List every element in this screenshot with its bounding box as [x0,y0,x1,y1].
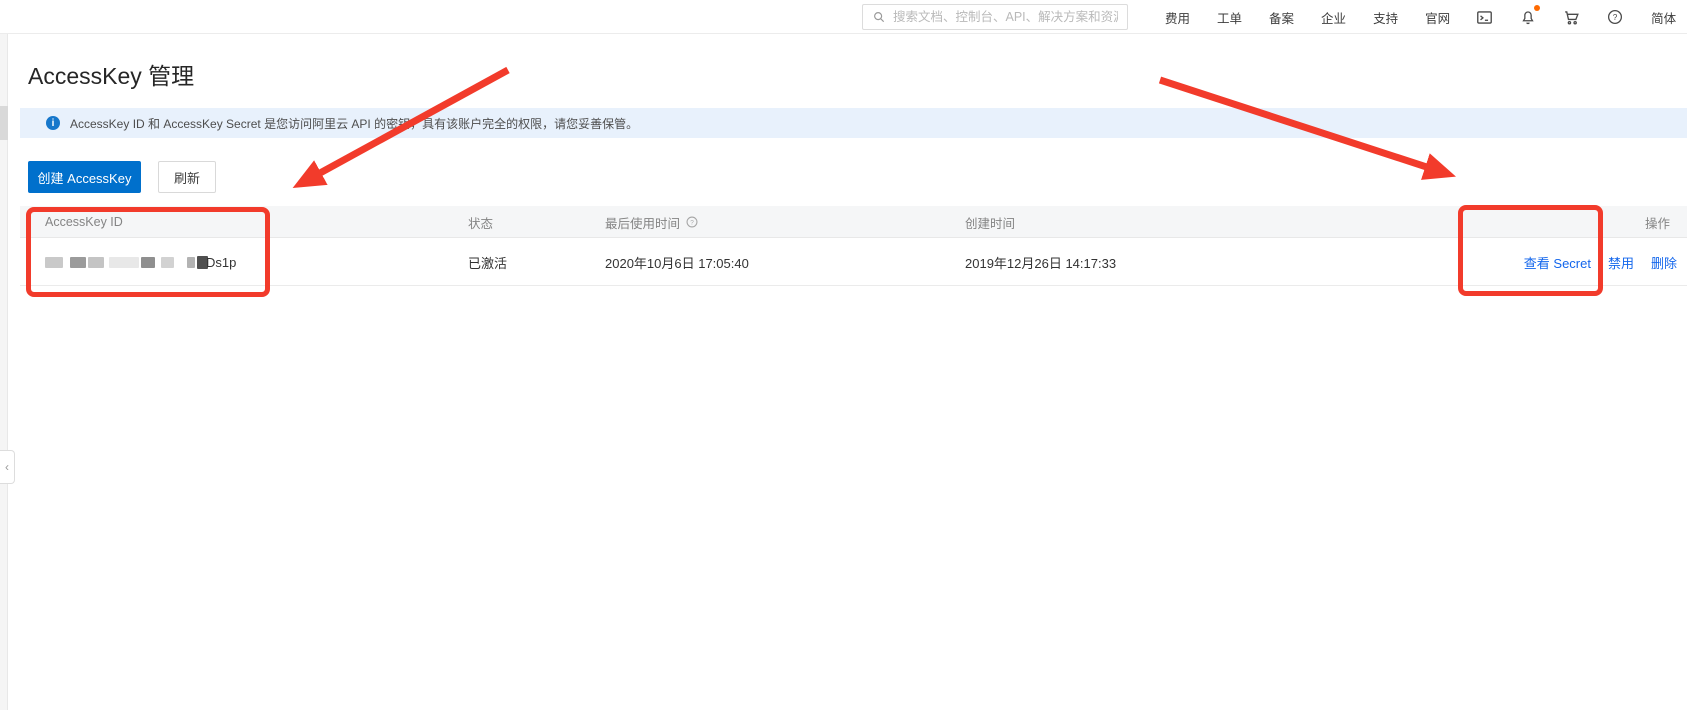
col-header-last-used-label: 最后使用时间 [605,216,681,231]
svg-text:?: ? [1613,13,1618,22]
collapsed-sidebar [0,34,8,710]
svg-text:?: ? [690,219,694,226]
col-header-status: 状态 [468,216,494,231]
info-banner: i AccessKey ID 和 AccessKey Secret 是您访问阿里… [20,108,1687,138]
col-header-accesskey-id: AccessKey ID [45,215,123,229]
nav-item-support[interactable]: 支持 [1373,8,1398,27]
masked-block [161,256,174,268]
sidebar-block [0,106,8,140]
search-box[interactable] [862,4,1128,30]
accesskey-id-suffix: Ds1p [206,254,237,270]
masked-block [45,256,63,268]
bell-icon[interactable] [1519,5,1541,26]
help-icon[interactable]: ? [1606,8,1624,26]
delete-link[interactable]: 删除 [1651,253,1677,272]
nav-item-enterprise[interactable]: 企业 [1321,8,1346,27]
col-header-actions: 操作 [1644,216,1670,231]
info-banner-text: AccessKey ID 和 AccessKey Secret 是您访问阿里云 … [70,116,639,131]
view-secret-link[interactable]: 查看 Secret [1524,253,1591,272]
masked-block [187,256,195,268]
row-actions: 查看 Secret 禁用 删除 [1524,238,1677,286]
refresh-button[interactable]: 刷新 [158,161,216,193]
masked-block [141,256,155,268]
page-title: AccessKey 管理 [28,63,195,89]
col-header-created: 创建时间 [965,216,1016,231]
top-navbar: 费用 工单 备案 企业 支持 官网 [0,0,1687,34]
search-icon [874,12,885,23]
sidebar-collapse-toggle[interactable]: ‹ [0,450,15,484]
masked-block [70,256,86,268]
console-page: 费用 工单 备案 企业 支持 官网 [0,0,1687,710]
search-input[interactable] [893,10,1118,24]
top-nav-links: 费用 工单 备案 企业 支持 官网 ? 简体 [1138,0,1687,34]
last-used-value: 2020年10月6日 17:05:40 [605,255,749,271]
terminal-icon[interactable] [1475,8,1494,27]
notification-dot [1534,5,1541,11]
accesskey-table: AccessKey ID 状态 最后使用时间 ? 创建时间 操作 Ds1p 已激… [20,206,1687,286]
nav-item-website[interactable]: 官网 [1425,8,1450,27]
nav-item-billing[interactable]: 费用 [1165,8,1190,27]
table-row: Ds1p 已激活 2020年10月6日 17:05:40 2019年12月26日… [20,238,1687,286]
last-used-help-icon[interactable]: ? [685,215,699,229]
table-header-row: AccessKey ID 状态 最后使用时间 ? 创建时间 操作 [20,206,1687,238]
status-value: 已激活 [468,255,508,271]
nav-item-language[interactable]: 简体 [1651,8,1676,27]
info-icon: i [46,116,60,130]
cart-icon[interactable] [1562,8,1581,27]
chevron-left-icon: ‹ [5,460,9,474]
created-value: 2019年12月26日 14:17:33 [965,255,1117,271]
col-header-last-used: 最后使用时间 ? [605,206,699,238]
nav-item-icp[interactable]: 备案 [1269,8,1294,27]
accesskey-id-masked: Ds1p [45,238,236,286]
masked-block [88,256,104,268]
disable-link[interactable]: 禁用 [1608,253,1634,272]
annotation-arrows [292,66,1456,189]
masked-block [109,256,139,268]
create-accesskey-button[interactable]: 创建 AccessKey [28,161,141,193]
nav-item-tickets[interactable]: 工单 [1217,8,1242,27]
